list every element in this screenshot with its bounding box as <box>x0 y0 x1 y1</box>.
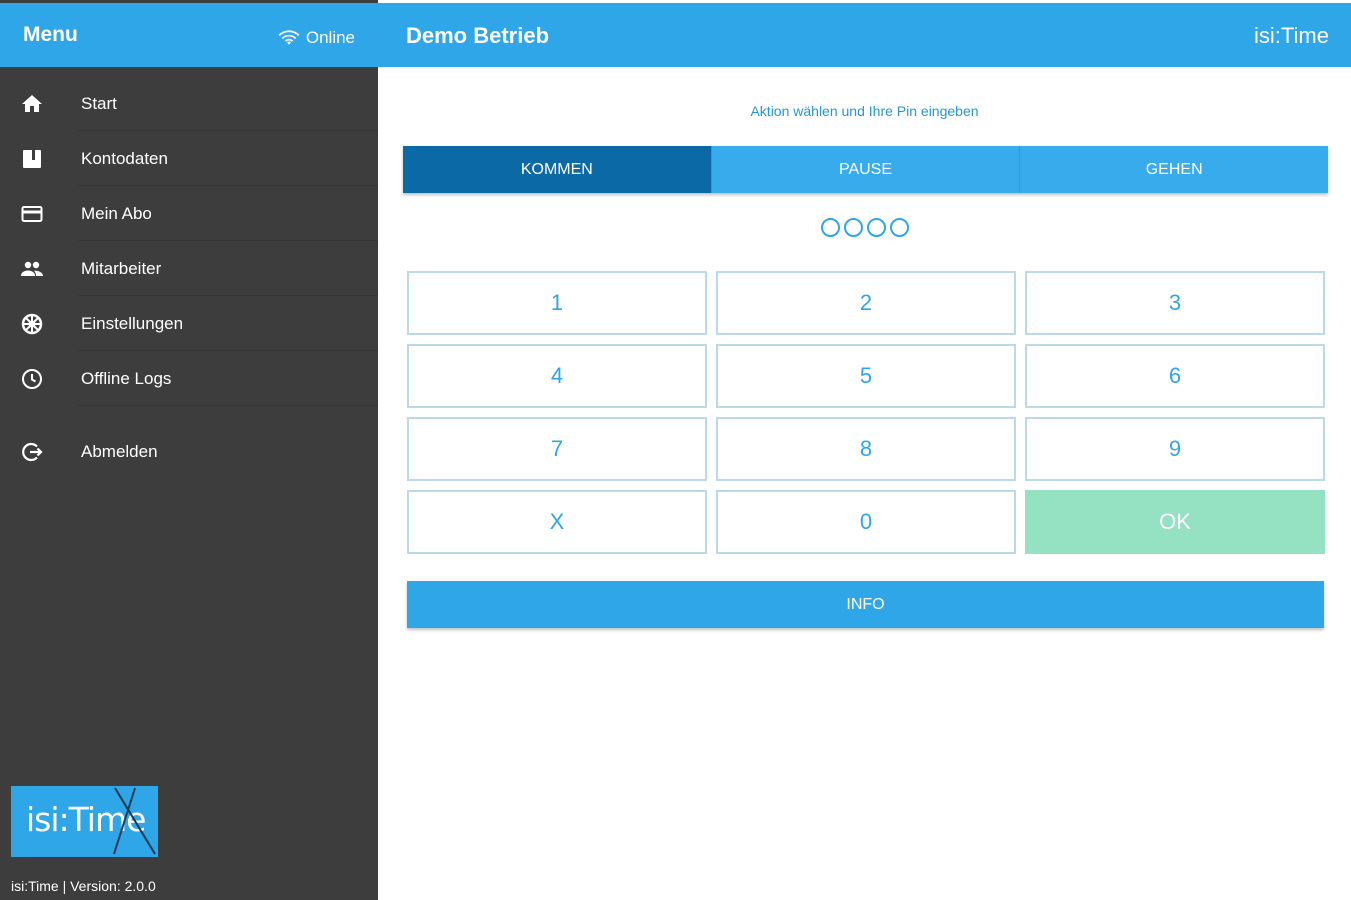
sidebar-item-label: Kontodaten <box>81 148 168 168</box>
sidebar-item-einstellungen[interactable]: Einstellungen <box>0 296 378 351</box>
pin-dot <box>866 218 886 237</box>
main-header: Demo Betrieb isi:Time <box>378 3 1351 67</box>
sidebar-item-mein-abo[interactable]: Mein Abo <box>0 186 378 241</box>
key-6[interactable]: 6 <box>1025 344 1325 408</box>
key-2[interactable]: 2 <box>716 271 1016 335</box>
logo-x-mark-icon <box>113 787 156 855</box>
sidebar: Menu Online Start Kontodaten Mein Abo Mi… <box>0 0 378 900</box>
action-tabs: KOMMEN PAUSE GEHEN <box>403 146 1329 193</box>
sidebar-item-offline-logs[interactable]: Offline Logs <box>0 351 378 406</box>
connection-status: Online <box>278 28 355 48</box>
tab-kommen[interactable]: KOMMEN <box>403 146 711 193</box>
home-icon <box>20 92 44 116</box>
info-button[interactable]: INFO <box>407 581 1324 628</box>
people-icon <box>20 257 44 281</box>
key-9[interactable]: 9 <box>1025 417 1325 481</box>
key-7[interactable]: 7 <box>407 417 707 481</box>
key-3[interactable]: 3 <box>1025 271 1325 335</box>
sidebar-item-label: Mein Abo <box>81 203 152 223</box>
online-label: Online <box>305 28 355 47</box>
keypad: 1 2 3 4 5 6 7 8 9 X 0 OK <box>407 271 1325 554</box>
sidebar-header: Menu Online <box>0 3 378 67</box>
pin-dot <box>889 218 909 237</box>
tab-gehen[interactable]: GEHEN <box>1019 146 1329 193</box>
brand-name: isi:Time <box>1254 23 1329 48</box>
sidebar-item-label: Abmelden <box>81 441 158 461</box>
version-label: isi:Time | Version: 2.0.0 <box>11 878 156 894</box>
sidebar-item-label: Start <box>81 93 117 113</box>
ok-button[interactable]: OK <box>1025 490 1325 554</box>
logout-icon <box>20 440 44 464</box>
sidebar-item-kontodaten[interactable]: Kontodaten <box>0 131 378 186</box>
sidebar-item-mitarbeiter[interactable]: Mitarbeiter <box>0 241 378 296</box>
key-0[interactable]: 0 <box>716 490 1016 554</box>
clear-key[interactable]: X <box>407 490 707 554</box>
pin-indicator <box>378 218 1351 237</box>
sidebar-item-label: Offline Logs <box>81 368 172 388</box>
sidebar-item-abmelden[interactable]: Abmelden <box>0 424 378 479</box>
wifi-icon <box>278 30 300 45</box>
tab-pause[interactable]: PAUSE <box>710 146 1020 193</box>
page-title: Demo Betrieb <box>406 23 550 48</box>
sidebar-menu: Start Kontodaten Mein Abo Mitarbeiter Ei… <box>0 76 378 479</box>
book-icon <box>20 147 44 171</box>
pin-dot <box>843 218 863 237</box>
sidebar-item-label: Mitarbeiter <box>81 258 162 278</box>
pin-dot <box>820 218 840 237</box>
key-1[interactable]: 1 <box>407 271 707 335</box>
key-4[interactable]: 4 <box>407 344 707 408</box>
sidebar-item-start[interactable]: Start <box>0 76 378 131</box>
sidebar-item-label: Einstellungen <box>81 313 184 333</box>
gear-icon <box>20 312 44 336</box>
key-8[interactable]: 8 <box>716 417 1016 481</box>
key-5[interactable]: 5 <box>716 344 1016 408</box>
clock-icon <box>20 367 44 391</box>
isitime-logo: isi:Time <box>11 786 158 857</box>
sidebar-title: Menu <box>23 23 78 46</box>
instruction-text: Aktion wählen und Ihre Pin eingeben <box>750 103 979 119</box>
credit-card-icon <box>20 202 44 226</box>
